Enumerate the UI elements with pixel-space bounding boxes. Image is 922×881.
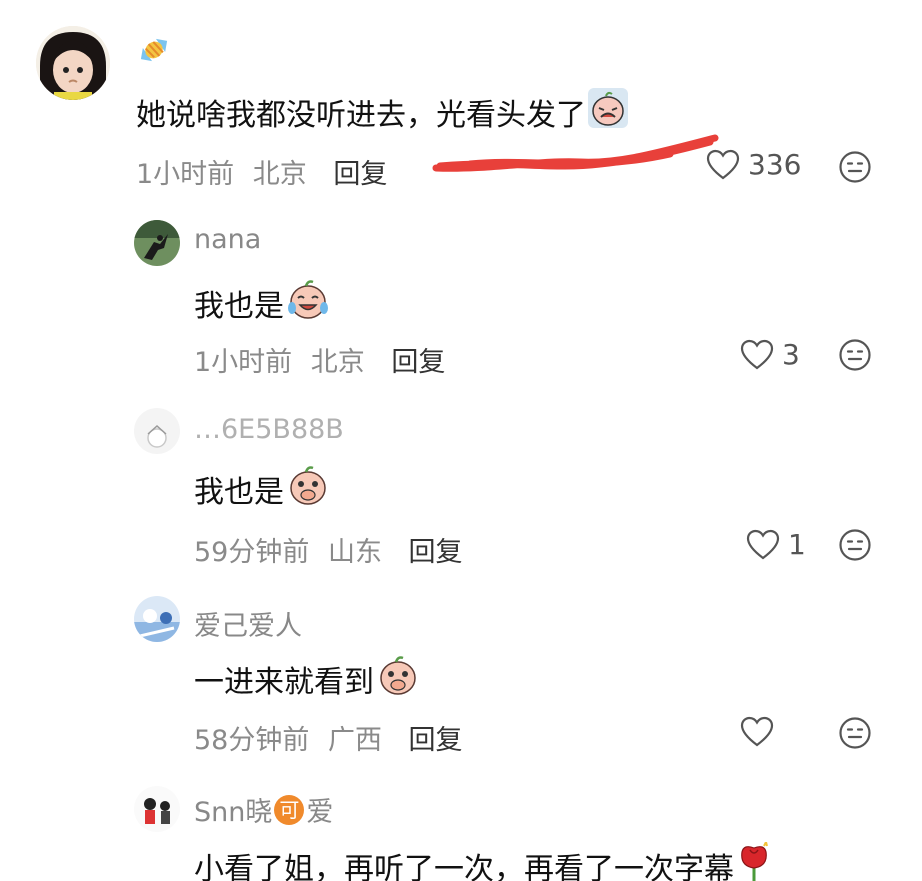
reply-time: 59分钟前 [194, 537, 310, 568]
shy-peach-icon [376, 654, 420, 704]
like-button[interactable]: 1 [746, 528, 806, 561]
reply-text-body: 我也是 [194, 475, 284, 510]
avatar[interactable] [134, 786, 180, 832]
reply-username[interactable]: …6E5B88B [194, 414, 344, 445]
reply-meta: 1小时前 北京 回复 [194, 340, 445, 379]
reply-item: 爱己爱人 一进来就看到 58分钟前 广西 回复 [0, 590, 922, 770]
reply-location: 山东 [327, 537, 382, 568]
emoji-react-icon[interactable] [838, 716, 872, 754]
comment-text-body: 她说啥我都没听进去，光看头发了 [136, 98, 586, 133]
reply-button[interactable]: 回复 [409, 537, 463, 568]
reply-text-body: 小看了姐，再听了一次，再看了一次字幕 [194, 852, 734, 881]
avatar[interactable] [134, 596, 180, 642]
reply-time: 58分钟前 [194, 725, 310, 756]
comment-meta: 1小时前 北京 回复 [136, 152, 387, 191]
emoji-react-icon[interactable] [838, 150, 872, 188]
heart-icon [740, 339, 774, 369]
reply-username[interactable]: Snn晓 可 爱 [194, 790, 333, 829]
like-count: 1 [788, 528, 806, 561]
rose-icon [736, 839, 772, 881]
candy-icon [136, 32, 172, 72]
reply-item: Snn晓 可 爱 小看了姐，再听了一次，再看了一次字幕 [0, 780, 922, 881]
reply-text: 我也是 [194, 278, 330, 328]
avatar[interactable] [36, 26, 110, 100]
reply-text: 我也是 [194, 464, 330, 514]
comment-time: 1小时前 [136, 159, 235, 190]
reply-location: 广西 [327, 725, 382, 756]
username-prefix: Snn晓 [194, 797, 273, 828]
comment-location: 北京 [252, 159, 307, 190]
reply-text: 小看了姐，再听了一次，再看了一次字幕 [194, 839, 772, 881]
avatar[interactable] [134, 408, 180, 454]
reply-text: 一进来就看到 [194, 654, 420, 704]
like-count: 3 [782, 338, 800, 371]
laugh-cry-peach-icon [286, 278, 330, 328]
emoji-react-icon[interactable] [838, 338, 872, 376]
avatar[interactable] [134, 220, 180, 266]
reply-text-body: 一进来就看到 [194, 665, 374, 700]
heart-icon [740, 716, 774, 747]
reply-username[interactable]: nana [194, 224, 261, 255]
reply-username[interactable]: 爱己爱人 [194, 604, 302, 643]
reply-button[interactable]: 回复 [409, 725, 463, 756]
red-scribble [432, 134, 719, 172]
like-button[interactable]: 3 [740, 338, 800, 371]
reply-item: nana 我也是 1小时前 北京 回复 3 [0, 210, 922, 390]
comment-text: 她说啥我都没听进去，光看头发了 [136, 88, 628, 136]
reply-meta: 59分钟前 山东 回复 [194, 530, 463, 569]
shy-peach-icon [286, 464, 330, 514]
username-suffix: 爱 [306, 797, 334, 828]
emoji-react-icon[interactable] [838, 528, 872, 566]
crying-sticker-icon [588, 88, 628, 136]
reply-time: 1小时前 [194, 347, 293, 378]
reply-meta: 58分钟前 广西 回复 [194, 718, 463, 757]
reply-item: …6E5B88B 我也是 59分钟前 山东 回复 1 [0, 400, 922, 580]
like-button[interactable]: 336 [706, 148, 801, 181]
reply-button[interactable]: 回复 [333, 159, 387, 190]
heart-icon [706, 149, 740, 179]
heart-icon [746, 529, 780, 559]
like-button[interactable] [740, 716, 774, 748]
like-count: 336 [748, 148, 802, 181]
reply-button[interactable]: 回复 [391, 347, 445, 378]
username-badge: 可 [274, 794, 305, 825]
comment-top: 她说啥我都没听进去，光看头发了 1小时前 北京 回复 336 [0, 0, 922, 200]
reply-text-body: 我也是 [194, 289, 284, 324]
reply-location: 北京 [310, 347, 365, 378]
